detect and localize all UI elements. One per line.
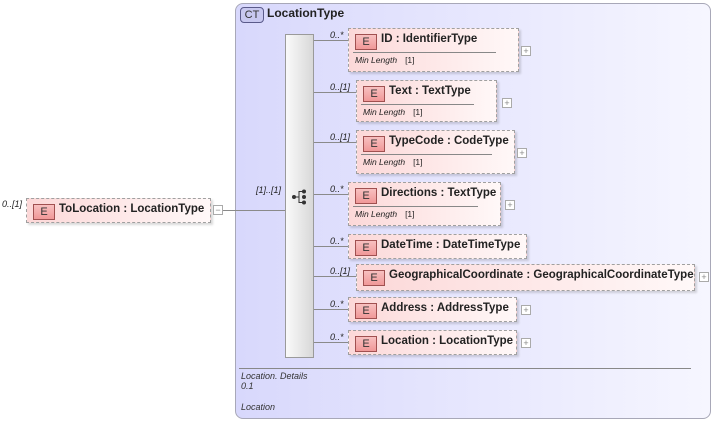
complex-type-badge: CT <box>240 7 264 23</box>
facet-divider <box>353 206 478 207</box>
root-cardinality: 0..[1] <box>2 199 23 209</box>
min-length-facet: Min Length [1] <box>363 107 423 117</box>
connector-line <box>314 309 348 310</box>
connector-line <box>314 246 348 247</box>
element-badge: E <box>363 136 385 152</box>
child-element-Location[interactable]: E Location : LocationType <box>348 330 517 355</box>
expand-toggle-icon[interactable]: + <box>699 272 709 282</box>
facet-divider <box>361 104 474 105</box>
child-cardinality: 0..[1] <box>330 132 351 142</box>
child-cardinality: 0..[1] <box>330 82 351 92</box>
facet-divider <box>353 52 496 53</box>
expand-toggle-icon[interactable]: + <box>517 148 527 158</box>
connector-line <box>314 194 348 195</box>
element-name: ToLocation : LocationType <box>59 203 205 215</box>
expand-toggle-icon[interactable]: + <box>505 200 515 210</box>
child-cardinality: 0..* <box>330 30 344 40</box>
expand-toggle-icon[interactable]: + <box>521 338 531 348</box>
child-element-GeographicalCoordinate[interactable]: E GeographicalCoordinate : GeographicalC… <box>356 264 695 291</box>
element-name: TypeCode : CodeType <box>389 135 509 147</box>
element-name: Text : TextType <box>389 85 471 97</box>
expand-toggle-icon[interactable]: + <box>521 305 531 315</box>
element-badge: E <box>355 303 377 319</box>
child-element-Directions[interactable]: E Directions : TextType Min Length [1] <box>348 182 501 226</box>
child-cardinality: 0..* <box>330 236 344 246</box>
collapse-toggle-icon[interactable]: − <box>213 205 223 215</box>
child-element-TypeCode[interactable]: E TypeCode : CodeType Min Length [1] <box>356 130 515 174</box>
element-name: GeographicalCoordinate : GeographicalCoo… <box>389 269 694 281</box>
element-badge: E <box>355 240 377 256</box>
footer-divider <box>239 368 691 369</box>
footer-annotation-1: Location. Details <box>241 371 308 381</box>
sequence-icon <box>292 189 306 205</box>
element-name: Location : LocationType <box>381 335 514 347</box>
child-element-Address[interactable]: E Address : AddressType <box>348 297 517 322</box>
child-cardinality: 0..* <box>330 332 344 342</box>
footer-annotation-2: 0.1 <box>241 381 254 391</box>
footer-annotation-3: Location <box>241 402 276 412</box>
root-element-toLocation[interactable]: E ToLocation : LocationType <box>26 198 211 223</box>
child-cardinality: 0..* <box>330 299 344 309</box>
child-cardinality: 0..* <box>330 184 344 194</box>
child-element-Text[interactable]: E Text : TextType Min Length [1] <box>356 80 497 122</box>
child-cardinality: 0..[1] <box>330 266 351 276</box>
child-element-ID[interactable]: E ID : IdentifierType Min Length [1] <box>348 28 519 72</box>
element-name: Directions : TextType <box>381 187 497 199</box>
element-badge: E <box>363 270 385 286</box>
min-length-facet: Min Length [1] <box>355 55 415 65</box>
element-name: DateTime : DateTimeType <box>381 239 521 251</box>
element-name: ID : IdentifierType <box>381 33 478 45</box>
min-length-facet: Min Length [1] <box>355 209 415 219</box>
min-length-facet: Min Length [1] <box>363 157 423 167</box>
connector-line <box>223 210 285 211</box>
element-badge: E <box>363 86 385 102</box>
element-badge: E <box>355 188 377 204</box>
expand-toggle-icon[interactable]: + <box>521 46 531 56</box>
expand-toggle-icon[interactable]: + <box>502 98 512 108</box>
complex-type-title: LocationType <box>267 6 345 20</box>
element-badge: E <box>33 204 55 220</box>
element-badge: E <box>355 336 377 352</box>
child-element-DateTime[interactable]: E DateTime : DateTimeType <box>348 234 527 259</box>
sequence-cardinality: [1]..[1] <box>256 185 282 195</box>
connector-line <box>314 92 356 93</box>
facet-divider <box>361 154 492 155</box>
connector-line <box>314 342 348 343</box>
connector-line <box>314 276 356 277</box>
connector-line <box>314 142 356 143</box>
connector-line <box>314 40 348 41</box>
element-name: Address : AddressType <box>381 302 509 314</box>
element-badge: E <box>355 34 377 50</box>
